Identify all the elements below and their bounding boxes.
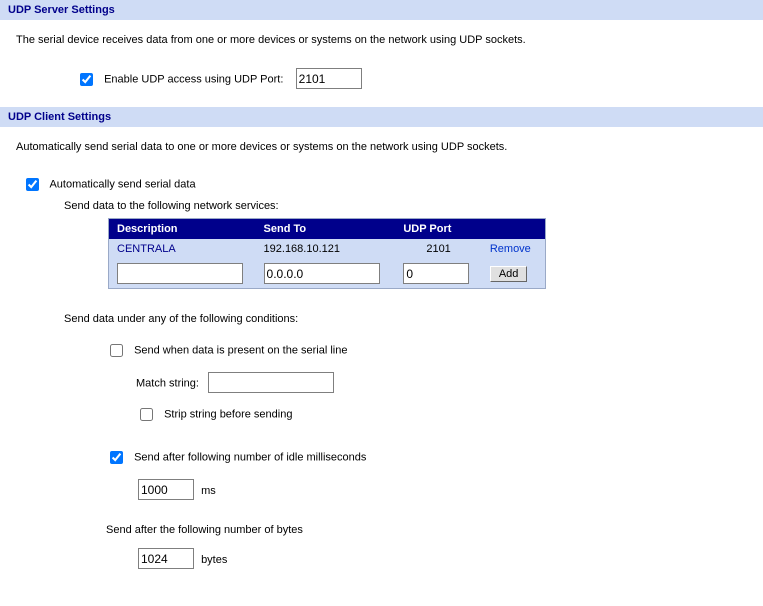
bytes-unit-label: bytes bbox=[201, 554, 227, 566]
col-sendto: Send To bbox=[256, 219, 396, 240]
enable-udp-access-checkbox[interactable] bbox=[80, 73, 93, 86]
auto-send-label: Automatically send serial data bbox=[49, 179, 195, 191]
enable-udp-access-label: Enable UDP access using UDP Port: bbox=[104, 74, 283, 86]
bytes-input[interactable] bbox=[138, 548, 194, 569]
new-description-input[interactable] bbox=[117, 263, 243, 284]
strip-string-checkbox[interactable] bbox=[140, 408, 153, 421]
col-description: Description bbox=[109, 219, 256, 240]
row-description[interactable]: CENTRALA bbox=[109, 239, 256, 259]
server-desc: The serial device receives data from one… bbox=[16, 34, 747, 46]
row-sendto: 192.168.10.121 bbox=[256, 239, 396, 259]
send-when-present-checkbox[interactable] bbox=[110, 344, 123, 357]
send-after-bytes-label: Send after the following number of bytes bbox=[106, 524, 303, 536]
add-button[interactable]: Add bbox=[490, 266, 528, 282]
idle-unit-label: ms bbox=[201, 485, 216, 497]
send-after-idle-checkbox[interactable] bbox=[110, 451, 123, 464]
auto-send-checkbox[interactable] bbox=[26, 178, 39, 191]
match-string-label: Match string: bbox=[136, 378, 199, 390]
server-section-header: UDP Server Settings bbox=[0, 0, 763, 20]
remove-link[interactable]: Remove bbox=[482, 239, 546, 259]
table-add-row: Add bbox=[109, 259, 546, 289]
match-string-input[interactable] bbox=[208, 372, 334, 393]
send-when-present-label: Send when data is present on the serial … bbox=[134, 345, 347, 357]
new-sendto-input[interactable] bbox=[264, 263, 380, 284]
udp-port-input[interactable] bbox=[296, 68, 362, 89]
conditions-label: Send data under any of the following con… bbox=[64, 313, 298, 325]
row-port: 2101 bbox=[395, 239, 482, 259]
send-after-idle-label: Send after following number of idle mill… bbox=[134, 452, 366, 464]
strip-string-label: Strip string before sending bbox=[164, 409, 292, 421]
client-desc: Automatically send serial data to one or… bbox=[16, 141, 747, 153]
new-port-input[interactable] bbox=[403, 263, 469, 284]
idle-ms-input[interactable] bbox=[138, 479, 194, 500]
col-port: UDP Port bbox=[395, 219, 482, 240]
table-row: CENTRALA 192.168.10.121 2101 Remove bbox=[109, 239, 546, 259]
services-table: Description Send To UDP Port CENTRALA 19… bbox=[108, 218, 546, 289]
send-to-label: Send data to the following network servi… bbox=[64, 200, 279, 212]
services-table-header: Description Send To UDP Port bbox=[109, 219, 546, 240]
col-action bbox=[482, 219, 546, 240]
client-section-header: UDP Client Settings bbox=[0, 107, 763, 127]
